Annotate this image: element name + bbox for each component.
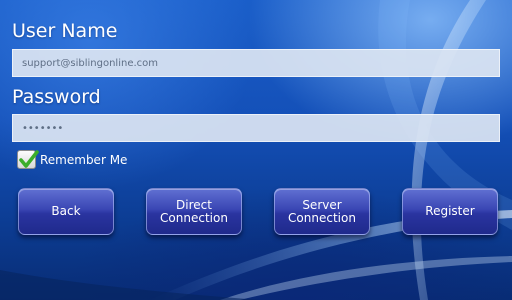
remember-me-checkbox[interactable]: Remember Me [17,150,127,169]
password-label: Password [12,86,101,108]
back-button[interactable]: Back [18,188,114,235]
server-connection-button[interactable]: Server Connection [274,188,370,235]
register-button[interactable]: Register [402,188,498,235]
checkbox-box[interactable] [17,150,39,169]
register-button-label: Register [425,204,475,218]
check-icon [19,150,39,168]
remember-me-label: Remember Me [40,152,128,167]
direct-connection-button-label: Direct Connection [160,197,228,225]
back-button-label: Back [51,204,81,218]
server-connection-button-label: Server Connection [288,197,356,225]
direct-connection-button[interactable]: Direct Connection [146,188,242,235]
password-input[interactable] [12,114,500,142]
username-input[interactable] [12,49,500,77]
username-label: User Name [12,20,118,42]
